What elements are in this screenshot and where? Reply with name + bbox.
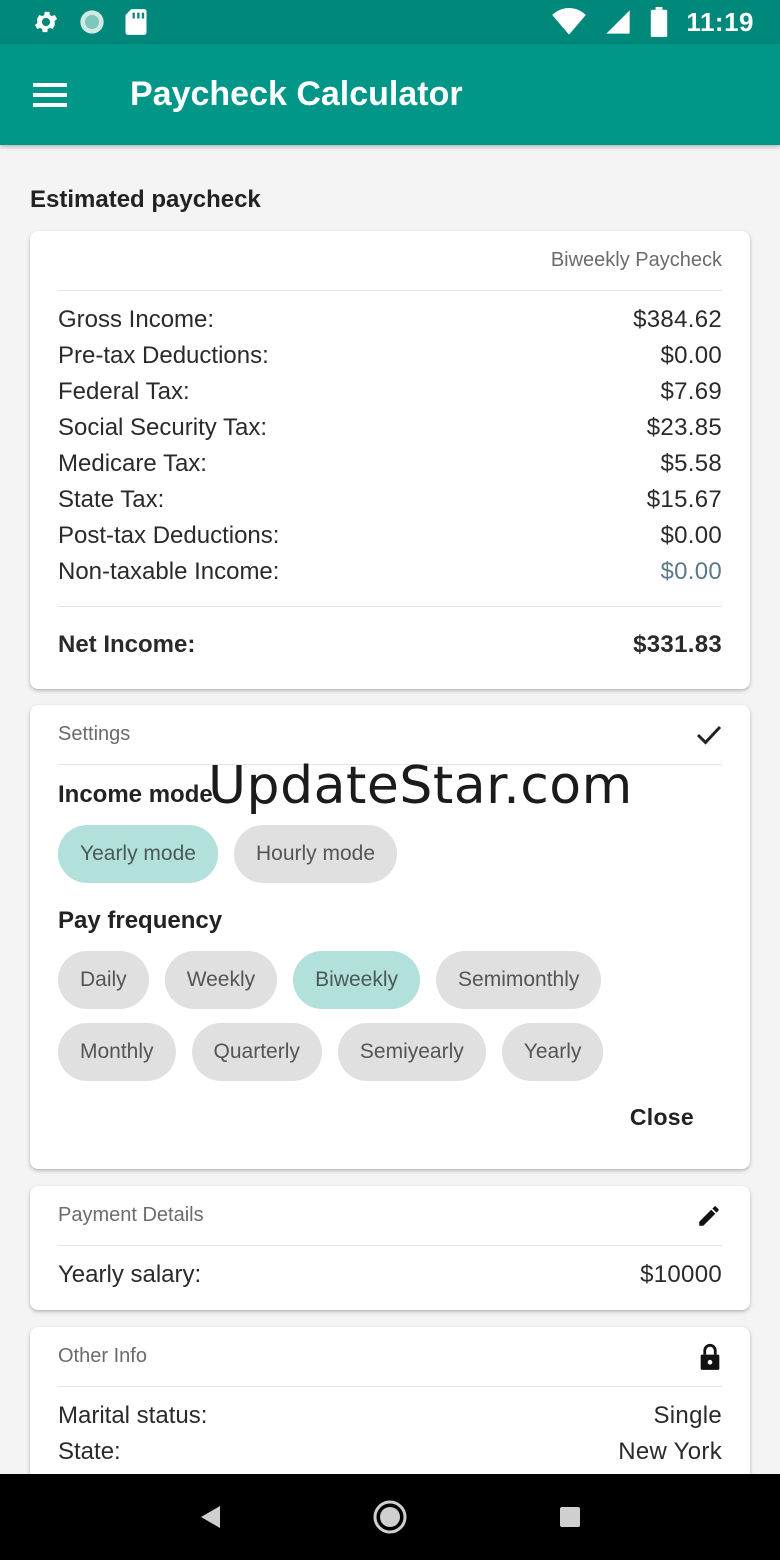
- chip-yearly[interactable]: Yearly: [501, 1023, 604, 1081]
- row-value: $15.67: [646, 486, 722, 513]
- chip-weekly[interactable]: Weekly: [164, 951, 278, 1009]
- row-label: Social Security Tax:: [58, 414, 267, 441]
- chip-hourly-mode[interactable]: Hourly mode: [233, 825, 398, 883]
- paycheck-card: Biweekly Paycheck Gross Income: $384.62 …: [30, 231, 750, 689]
- card-title: Settings: [58, 723, 131, 745]
- wifi-icon: [552, 8, 587, 35]
- check-icon[interactable]: [696, 724, 722, 746]
- app-title: Paycheck Calculator: [130, 75, 463, 113]
- cell-signal-icon: [606, 10, 631, 34]
- home-icon[interactable]: [372, 1499, 408, 1535]
- net-income-value: $331.83: [633, 631, 722, 658]
- row-yearly-salary[interactable]: Yearly salary: $10000: [58, 1246, 722, 1304]
- card-header: Payment Details: [58, 1186, 722, 1246]
- sd-card-icon: [125, 9, 147, 35]
- close-button[interactable]: Close: [630, 1104, 694, 1131]
- pay-frequency-label: Pay frequency: [58, 907, 223, 934]
- section-heading: Estimated paycheck: [30, 186, 261, 213]
- row-value: Single: [653, 1402, 722, 1429]
- status-bar: 11:19: [0, 0, 780, 44]
- row-label: Pre-tax Deductions:: [58, 342, 269, 369]
- row-label: State Tax:: [58, 486, 165, 513]
- pay-frequency-chips-row2: Monthly Quarterly Semiyearly Yearly: [58, 1023, 722, 1081]
- row-label: Yearly salary:: [58, 1261, 202, 1288]
- row-label: Medicare Tax:: [58, 450, 207, 477]
- pencil-icon[interactable]: [696, 1203, 722, 1229]
- chip-yearly-mode[interactable]: Yearly mode: [58, 825, 218, 883]
- row-nontaxable-income: Non-taxable Income: $0.00: [58, 554, 722, 590]
- net-income-label: Net Income:: [58, 631, 196, 658]
- menu-button[interactable]: [0, 44, 100, 145]
- chip-monthly[interactable]: Monthly: [58, 1023, 176, 1081]
- card-title: Biweekly Paycheck: [550, 249, 722, 271]
- row-label: Federal Tax:: [58, 378, 190, 405]
- card-title: Other Info: [58, 1345, 147, 1367]
- row-value: $7.69: [660, 378, 722, 405]
- row-label: Post-tax Deductions:: [58, 522, 280, 549]
- row-federal-tax: Federal Tax: $7.69: [58, 374, 722, 410]
- row-marital-status: Marital status: Single: [58, 1398, 722, 1434]
- row-net-income: Net Income: $331.83: [58, 607, 722, 683]
- card-title: Payment Details: [58, 1204, 204, 1226]
- lock-icon[interactable]: [698, 1343, 722, 1371]
- row-value: $0.00: [660, 558, 722, 585]
- chip-semiyearly[interactable]: Semiyearly: [337, 1023, 486, 1081]
- row-pretax-deductions: Pre-tax Deductions: $0.00: [58, 338, 722, 374]
- row-label: Marital status:: [58, 1402, 208, 1429]
- row-value: $384.62: [633, 306, 722, 333]
- card-header: Biweekly Paycheck: [58, 231, 722, 291]
- chip-daily[interactable]: Daily: [58, 951, 149, 1009]
- chip-biweekly[interactable]: Biweekly: [293, 951, 421, 1009]
- row-social-security-tax: Social Security Tax: $23.85: [58, 410, 722, 446]
- row-label: State:: [58, 1438, 121, 1465]
- row-posttax-deductions: Post-tax Deductions: $0.00: [58, 518, 722, 554]
- navigation-bar: [0, 1474, 780, 1560]
- back-icon[interactable]: [198, 1504, 222, 1530]
- other-info-card: Other Info Marital status: Single State:…: [30, 1327, 750, 1497]
- row-state: State: New York: [58, 1434, 722, 1470]
- row-state-tax: State Tax: $15.67: [58, 482, 722, 518]
- row-value: $0.00: [660, 342, 722, 369]
- watermark: UpdateStar.com: [208, 756, 633, 816]
- row-value: $5.58: [660, 450, 722, 477]
- circle-icon: [80, 10, 104, 34]
- app-bar: Paycheck Calculator: [0, 44, 780, 145]
- battery-icon: [651, 7, 668, 37]
- row-value: New York: [618, 1438, 722, 1465]
- income-mode-chips: Yearly mode Hourly mode: [58, 825, 722, 883]
- row-value: $10000: [640, 1261, 722, 1288]
- clock: 11:19: [686, 6, 754, 37]
- row-label: Gross Income:: [58, 306, 215, 333]
- payment-details-card: Payment Details Yearly salary: $10000: [30, 1186, 750, 1310]
- card-header: Other Info: [58, 1327, 722, 1387]
- menu-icon: [33, 82, 67, 107]
- gear-icon: [34, 11, 58, 33]
- row-value: $23.85: [646, 414, 722, 441]
- chip-semimonthly[interactable]: Semimonthly: [436, 951, 602, 1009]
- row-gross-income: Gross Income: $384.62: [58, 302, 722, 338]
- row-value: $0.00: [660, 522, 722, 549]
- row-label: Non-taxable Income:: [58, 558, 280, 585]
- pay-frequency-chips-row1: Daily Weekly Biweekly Semimonthly: [58, 951, 722, 1009]
- chip-quarterly[interactable]: Quarterly: [191, 1023, 322, 1081]
- recents-icon[interactable]: [558, 1505, 582, 1529]
- row-medicare-tax: Medicare Tax: $5.58: [58, 446, 722, 482]
